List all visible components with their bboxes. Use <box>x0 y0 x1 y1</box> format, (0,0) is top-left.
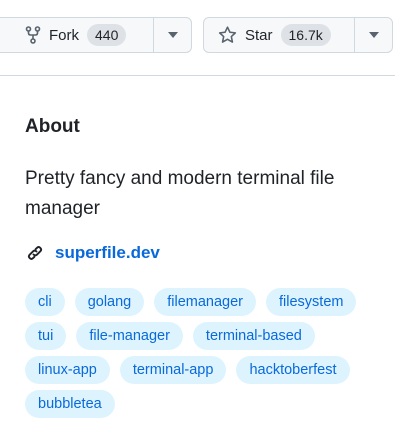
topic-list: cli golang filemanager filesystem tui fi… <box>25 288 385 424</box>
about-heading: About <box>25 116 80 137</box>
topic-tag[interactable]: file-manager <box>76 322 183 350</box>
link-icon <box>25 243 45 263</box>
fork-button-group: Fork 440 <box>0 17 192 53</box>
star-button-group: Star 16.7k <box>203 17 393 53</box>
topic-tag[interactable]: hacktoberfest <box>236 356 350 384</box>
fork-button[interactable]: Fork 440 <box>0 18 153 52</box>
topic-tag[interactable]: terminal-app <box>119 356 227 384</box>
topic-row: linux-app terminal-app hacktoberfest <box>25 356 385 384</box>
website-link[interactable]: superfile.dev <box>25 243 160 263</box>
repo-forked-icon <box>25 26 41 44</box>
topic-tag[interactable]: terminal-based <box>192 322 315 350</box>
repo-description: Pretty fancy and modern terminal file ma… <box>25 168 335 219</box>
repo-sidebar: Fork 440 Star 16.7k About Pretty fancy a… <box>0 0 410 435</box>
triangle-down-icon <box>167 32 178 38</box>
topic-row: tui file-manager terminal-based <box>25 322 385 350</box>
topic-tag[interactable]: linux-app <box>25 356 110 384</box>
website-url: superfile.dev <box>55 243 160 262</box>
topic-tag[interactable]: filesystem <box>266 288 357 316</box>
topic-tag[interactable]: golang <box>74 288 145 316</box>
fork-label: Fork <box>49 26 79 44</box>
star-dropdown-button[interactable] <box>354 18 392 52</box>
topic-tag[interactable]: bubbletea <box>25 390 115 418</box>
star-label: Star <box>245 26 273 44</box>
fork-dropdown-button[interactable] <box>153 18 191 52</box>
topic-row: bubbletea <box>25 390 385 418</box>
topic-tag[interactable]: cli <box>25 288 65 316</box>
topic-tag[interactable]: tui <box>25 322 67 350</box>
star-count: 16.7k <box>280 24 331 46</box>
fork-count: 440 <box>87 24 127 46</box>
triangle-down-icon <box>368 32 379 38</box>
topic-tag[interactable]: filemanager <box>154 288 257 316</box>
star-icon <box>218 26 237 44</box>
star-button[interactable]: Star 16.7k <box>204 18 354 52</box>
divider <box>0 75 395 76</box>
topic-row: cli golang filemanager filesystem <box>25 288 385 316</box>
